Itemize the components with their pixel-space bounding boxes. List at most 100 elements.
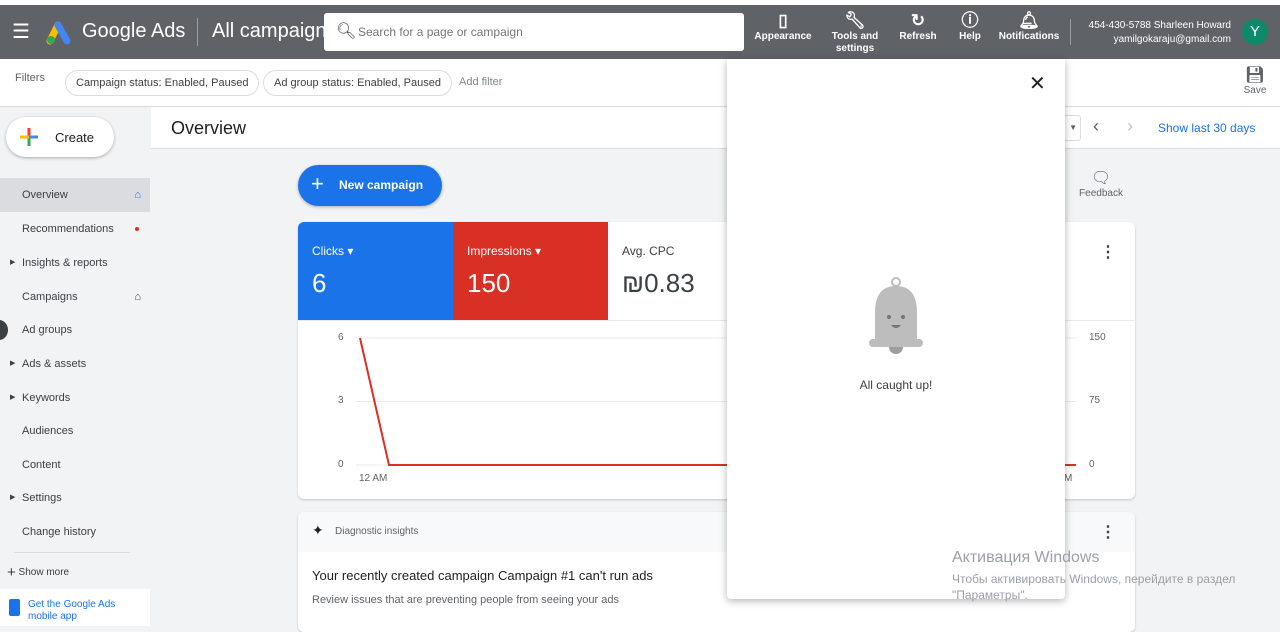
bell-illustration-icon xyxy=(869,277,923,354)
top-header: ☰ Google Ads All campaigns 🔍︎ ▯Appearanc… xyxy=(0,5,1280,59)
all-caught-up-message: All caught up! xyxy=(859,378,933,392)
nav-label: Content xyxy=(22,459,61,471)
google-ads-logo-icon xyxy=(46,21,71,45)
ad-group-status-chip[interactable]: Ad group status: Enabled, Paused xyxy=(263,70,452,96)
sidebar-item-audiences[interactable]: Audiences xyxy=(0,414,150,448)
next-period-icon[interactable]: › xyxy=(1127,116,1133,137)
right-tick: 0 xyxy=(1089,459,1095,470)
refresh-icon: ↻ xyxy=(910,11,926,30)
menu-icon[interactable]: ☰ xyxy=(12,19,30,44)
show-more-button[interactable]: + Show more xyxy=(7,564,69,581)
feedback-label: Feedback xyxy=(1079,188,1123,199)
nav-label: Recommendations xyxy=(22,223,114,235)
plus-icon xyxy=(20,128,38,146)
help-button[interactable]: ⓘ Help xyxy=(950,11,990,43)
feedback-button[interactable]: 🗨︎ Feedback xyxy=(1074,168,1128,199)
sidebar-item-campaigns[interactable]: Campaigns ⌂ xyxy=(0,280,150,314)
search-input[interactable] xyxy=(358,21,728,43)
clicks-metric[interactable]: Clicks ▾ 6 xyxy=(298,222,453,320)
nav-label: Change history xyxy=(22,526,96,538)
nav-label: Audiences xyxy=(22,425,74,437)
sidebar-item-keywords[interactable]: ▶ Keywords xyxy=(0,381,150,415)
windows-watermark-subtitle: Чтобы активировать Windows, перейдите в … xyxy=(952,572,1236,602)
help-label: Help xyxy=(959,31,981,42)
plus-icon: + xyxy=(311,171,324,196)
nav-label: Insights & reports xyxy=(22,257,108,269)
wrench-icon: 🔧︎ xyxy=(844,11,866,30)
sidebar: Create Overview ⌂ Recommendations ▶ Insigh… xyxy=(0,107,150,626)
sparkle-icon: ✦ xyxy=(312,522,324,538)
clicks-value: 6 xyxy=(312,268,327,298)
close-icon[interactable]: ✕ xyxy=(1029,71,1046,96)
sidebar-item-insights[interactable]: ▶ Insights & reports xyxy=(0,246,150,280)
caret-right-icon: ▶ xyxy=(10,394,16,401)
new-campaign-button[interactable]: + New campaign xyxy=(298,165,442,206)
app-name: Google Ads xyxy=(82,20,186,42)
sidebar-item-change-history[interactable]: Change history xyxy=(0,515,150,549)
notifications-button[interactable]: 🔔︎ Notifications xyxy=(996,11,1062,43)
filters-label: Filters xyxy=(15,72,45,84)
campaign-status-chip[interactable]: Campaign status: Enabled, Paused xyxy=(65,70,260,96)
appearance-icon: ▯ xyxy=(778,11,788,30)
right-tick: 150 xyxy=(1089,332,1106,343)
tools-button[interactable]: 🔧︎ Tools and settings xyxy=(826,11,884,55)
notifications-label: Notifications xyxy=(998,31,1060,42)
save-button[interactable]: 💾︎ Save xyxy=(1238,65,1272,96)
show-more-label: Show more xyxy=(18,567,70,579)
account-name: 454-430-5788 Sharleen Howard xyxy=(1088,20,1231,31)
home-icon: ⌂ xyxy=(134,291,141,303)
collapse-handle-icon[interactable] xyxy=(0,320,8,340)
left-tick: 3 xyxy=(338,395,344,406)
diagnostic-header: Diagnostic insights xyxy=(335,526,419,537)
left-tick: 6 xyxy=(338,332,344,343)
create-label: Create xyxy=(55,130,95,145)
more-options-icon[interactable]: ⋮ xyxy=(1100,522,1116,542)
avg-cpc-metric[interactable]: Avg. CPC ₪0.83 xyxy=(608,222,728,320)
avg-cpc-label: Avg. CPC xyxy=(622,244,675,258)
nav-label: Ad groups xyxy=(22,324,73,336)
sidebar-item-recommendations[interactable]: Recommendations xyxy=(0,212,150,246)
nav-label: Ads & assets xyxy=(22,358,87,370)
windows-watermark-title: Активация Windows xyxy=(952,549,1100,566)
create-button[interactable]: Create xyxy=(6,117,114,157)
more-options-icon[interactable]: ⋮ xyxy=(1100,242,1116,262)
avatar[interactable]: Y xyxy=(1242,19,1268,45)
impressions-label: Impressions ▾ xyxy=(467,244,542,258)
plus-icon: + xyxy=(7,564,16,581)
save-label: Save xyxy=(1243,85,1267,96)
left-tick: 0 xyxy=(338,459,344,470)
x-label: 12 AM xyxy=(359,473,388,484)
caret-right-icon: ▶ xyxy=(10,360,16,367)
diagnostic-title: Your recently created campaign Campaign … xyxy=(312,568,653,583)
bell-icon: 🔔︎ xyxy=(1018,11,1040,30)
mobile-app-link[interactable]: Get the Google Ads mobile app xyxy=(0,589,150,626)
caret-right-icon: ▶ xyxy=(10,259,16,266)
search-box[interactable]: 🔍︎ xyxy=(324,13,744,51)
nav-label: Overview xyxy=(22,189,68,201)
avg-cpc-value: ₪0.83 xyxy=(622,268,695,298)
sidebar-item-ads-assets[interactable]: ▶ Ads & assets xyxy=(0,347,150,381)
sidebar-item-ad-groups[interactable]: Ad groups xyxy=(0,313,150,347)
x-label: M xyxy=(1064,473,1073,484)
show-last-30-days-link[interactable]: Show last 30 days xyxy=(1158,121,1255,135)
mobile-app-label: Get the Google Ads mobile app xyxy=(28,599,116,622)
title-bar: Overview ▼ ‹ › Show last 30 days xyxy=(151,107,1280,149)
refresh-button[interactable]: ↻ Refresh xyxy=(896,11,940,43)
prev-period-icon[interactable]: ‹ xyxy=(1093,116,1099,137)
sidebar-item-content[interactable]: Content xyxy=(0,448,150,482)
help-icon: ⓘ xyxy=(961,11,979,30)
appearance-button[interactable]: ▯ Appearance xyxy=(752,11,814,43)
page-title: All campaigns xyxy=(212,20,324,42)
add-filter-link[interactable]: Add filter xyxy=(459,76,502,88)
refresh-label: Refresh xyxy=(899,31,937,42)
impressions-value: 150 xyxy=(467,268,511,298)
impressions-metric[interactable]: Impressions ▾ 150 xyxy=(453,222,608,320)
sidebar-item-settings[interactable]: ▶ Settings xyxy=(0,481,150,515)
overview-title: Overview xyxy=(171,118,247,138)
nav-label: Keywords xyxy=(22,392,71,404)
diagnostic-body: Review issues that are preventing people… xyxy=(312,594,619,606)
clicks-label: Clicks ▾ xyxy=(312,244,354,258)
tools-label: Tools and settings xyxy=(831,31,879,54)
sidebar-item-overview[interactable]: Overview ⌂ xyxy=(0,178,150,212)
phone-icon xyxy=(9,599,20,616)
